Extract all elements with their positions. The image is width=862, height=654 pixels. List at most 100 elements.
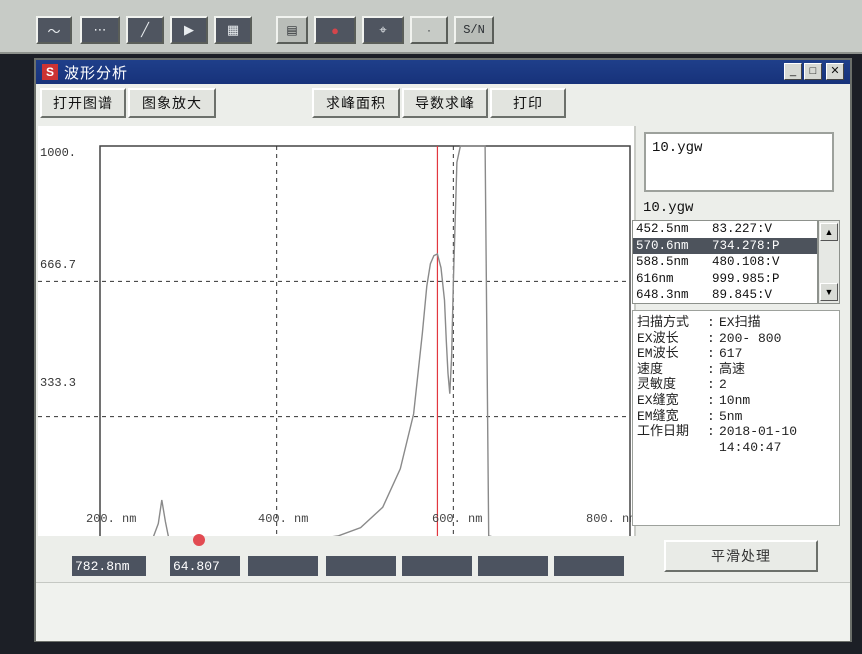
- scan-info-value: 200- 800: [719, 330, 782, 346]
- scan-info-separator: :: [707, 330, 715, 346]
- scan-info-separator: :: [707, 392, 715, 408]
- peak-value: 734.278:P: [712, 238, 780, 253]
- scan-info-line: 扫描方式: EX扫描: [637, 315, 835, 331]
- peak-list-item[interactable]: 648.3nm 89.845:V: [633, 287, 817, 303]
- scan-info-line: 工作日期:2018-01-10: [637, 424, 835, 440]
- peak-value: 83.227:V: [712, 222, 773, 236]
- scan-info-label: EX缝宽: [637, 392, 679, 408]
- edit-tool-button[interactable]: ╱: [126, 16, 164, 44]
- peak-area-button[interactable]: 求峰面积: [312, 88, 400, 118]
- scan-info-label: EM波长: [637, 346, 679, 362]
- close-button[interactable]: ✕: [826, 63, 844, 80]
- scan-info-line: 灵敏度:2: [637, 377, 835, 393]
- record-icon: ●: [331, 22, 339, 38]
- scan-info-line: 14:40:47: [637, 440, 835, 456]
- spectrum-plot[interactable]: [38, 126, 634, 536]
- scan-info-panel: 扫描方式: EX扫描 EX波长:200- 800 EM波长:617 速度: 高速 灵敏度:2…: [632, 310, 840, 526]
- scan-info-label: EX波长: [637, 330, 679, 346]
- derivative-peak-button[interactable]: 导数求峰: [402, 88, 488, 118]
- scroll-up-button[interactable]: ▲: [820, 223, 838, 241]
- scan-info-label: 灵敏度: [637, 377, 677, 393]
- intensity-readout: 64.807: [170, 556, 240, 576]
- window-titlebar[interactable]: S 波形分析 _ □ ✕: [36, 60, 850, 84]
- scan-icon: ⋯: [93, 22, 107, 37]
- record-tool-button[interactable]: ●: [314, 16, 356, 44]
- xy-tool-button[interactable]: ⌖: [362, 16, 404, 44]
- axes-icon: ⌖: [379, 22, 387, 37]
- doc-tool-button[interactable]: ▤: [276, 16, 308, 44]
- y-tick-666: 666.7: [40, 258, 77, 272]
- scan-info-value: 2018-01-10: [719, 424, 798, 440]
- scan-info-line: EX波长:200- 800: [637, 331, 835, 347]
- peak-group-label: 10.ygw: [640, 200, 697, 216]
- scan-info-label: 工作日期: [637, 424, 690, 440]
- scan-info-value: 5nm: [719, 408, 743, 424]
- waveform-tool-button[interactable]: 〜: [36, 16, 72, 44]
- file-name: 10.ygw: [652, 140, 703, 156]
- readout-slot-6: [478, 556, 548, 576]
- peak-list-item[interactable]: 616nm 999.985:P: [633, 271, 817, 288]
- peak-value: 480.108:V: [712, 255, 780, 270]
- waveform-icon: 〜: [47, 23, 61, 39]
- scan-info-label: 速度: [637, 361, 664, 377]
- scan-info-line: EM波长:617: [637, 346, 835, 362]
- y-tick-1000: 1000.: [40, 146, 77, 160]
- peak-wavelength: 452.5nm: [636, 222, 689, 236]
- zoom-image-button[interactable]: 图象放大: [128, 88, 216, 118]
- x-tick-800: 800. nm: [586, 512, 637, 526]
- scan-info-separator: :: [707, 408, 715, 424]
- sn-button[interactable]: S/N: [454, 16, 494, 44]
- app-logo-icon: S: [42, 64, 58, 80]
- peak-list[interactable]: 452.5nm 83.227:V 570.6nm 734.278:P 588.5nm 48…: [632, 220, 818, 304]
- document-icon: ▤: [286, 23, 298, 37]
- smooth-button[interactable]: 平滑处理: [664, 540, 818, 572]
- sn-label: S/N: [463, 23, 485, 37]
- scan-info-separator: :: [707, 361, 715, 377]
- file-name-box: 10.ygw: [644, 132, 834, 192]
- readout-slot-4: [326, 556, 396, 576]
- peak-list-item[interactable]: 570.6nm 734.278:P: [633, 237, 817, 255]
- scan-info-label: 扫描方式: [637, 315, 690, 330]
- x-tick-600: 600. nm: [432, 512, 483, 526]
- flag-icon: ▶: [184, 22, 194, 37]
- peak-wavelength: 648.3nm: [636, 288, 689, 303]
- scan-info-label: EM缝宽: [637, 408, 679, 424]
- scan-tool-button[interactable]: ⋯: [80, 16, 120, 44]
- pencil-icon: ╱: [141, 22, 149, 37]
- scan-info-line: 速度: 高速: [637, 362, 835, 378]
- peak-list-scrollbar[interactable]: ▲ ▼: [818, 220, 840, 304]
- peak-value: 89.845:V: [712, 288, 773, 303]
- flag-tool-button[interactable]: ▶: [170, 16, 208, 44]
- grid-tool-button[interactable]: ▦: [214, 16, 252, 44]
- print-button[interactable]: 打印: [490, 88, 566, 118]
- readout-slot-3: [248, 556, 318, 576]
- status-area: [36, 582, 850, 641]
- scan-info-line: EX缝宽:10nm: [637, 393, 835, 409]
- blank-icon: ·: [427, 23, 431, 37]
- scan-info-value: EX扫描: [719, 315, 761, 330]
- open-spectrum-button[interactable]: 打开图谱: [40, 88, 126, 118]
- scan-info-separator: :: [707, 346, 715, 362]
- wavelength-readout: 782.8nm: [72, 556, 146, 576]
- minimize-icon: _: [789, 65, 797, 77]
- cursor-marker-icon[interactable]: [193, 534, 205, 546]
- spectrum-chart[interactable]: 1000. 666.7 333.3: [38, 126, 636, 536]
- readout-slot-5: [402, 556, 472, 576]
- scan-info-line: EM缝宽:5nm: [637, 409, 835, 425]
- peak-list-item[interactable]: 452.5nm 83.227:V: [633, 221, 817, 238]
- x-tick-200: 200. nm: [86, 512, 137, 526]
- arrow-up-icon: ▲: [824, 227, 834, 237]
- maximize-button[interactable]: □: [804, 63, 822, 80]
- peak-value: 999.985:P: [712, 271, 780, 286]
- scan-info-separator: :: [707, 315, 715, 330]
- arrow-down-icon: ▼: [824, 287, 834, 297]
- readout-slot-7: [554, 556, 624, 576]
- peak-wavelength: 570.6nm: [636, 238, 689, 253]
- peak-list-item[interactable]: 588.5nm 480.108:V: [633, 254, 817, 271]
- scan-info-separator: :: [707, 377, 715, 393]
- y-tick-333: 333.3: [40, 376, 77, 390]
- scan-info-value: 14:40:47: [719, 439, 782, 455]
- disabled-tool-button: ·: [410, 16, 448, 44]
- scroll-down-button[interactable]: ▼: [820, 283, 838, 301]
- minimize-button[interactable]: _: [784, 63, 802, 80]
